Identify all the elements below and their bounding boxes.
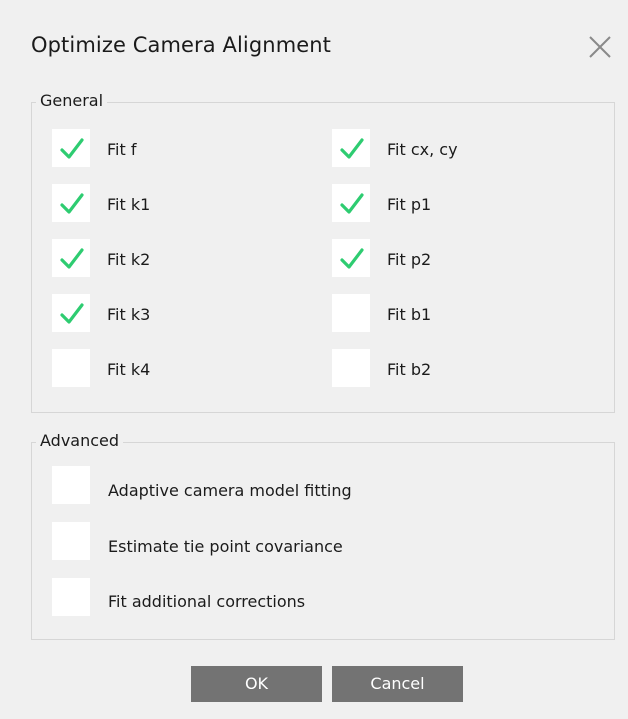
fit-b2-label: Fit b2 (387, 360, 432, 379)
fit-f-checkbox[interactable] (51, 128, 91, 168)
fit-f-label: Fit f (107, 140, 137, 159)
fit-b1-checkbox[interactable] (331, 293, 371, 333)
checkmark-icon (340, 248, 364, 269)
fit-k1-label: Fit k1 (107, 195, 151, 214)
fit-k3-checkbox[interactable] (51, 293, 91, 333)
fit-p1-checkbox[interactable] (331, 183, 371, 223)
fit-cx-cy-label: Fit cx, cy (387, 140, 458, 159)
fit-additional-corrections-checkbox[interactable] (51, 577, 91, 617)
checkmark-icon (60, 248, 84, 269)
close-icon[interactable] (586, 33, 614, 61)
general-group-label: General (36, 91, 108, 111)
checkmark-icon (340, 193, 364, 214)
advanced-group-label: Advanced (36, 431, 124, 451)
adaptive-camera-model-fitting-label: Adaptive camera model fitting (108, 481, 352, 500)
fit-k4-checkbox[interactable] (51, 348, 91, 388)
fit-p2-checkbox[interactable] (331, 238, 371, 278)
estimate-tie-point-covariance-checkbox[interactable] (51, 521, 91, 561)
fit-k2-label: Fit k2 (107, 250, 151, 269)
fit-p1-label: Fit p1 (387, 195, 432, 214)
dialog-title: Optimize Camera Alignment (31, 33, 332, 57)
estimate-tie-point-covariance-label: Estimate tie point covariance (108, 537, 343, 556)
fit-additional-corrections-label: Fit additional corrections (108, 592, 306, 611)
checkmark-icon (60, 138, 84, 159)
fit-k1-checkbox[interactable] (51, 183, 91, 223)
fit-b1-label: Fit b1 (387, 305, 432, 324)
checkmark-icon (60, 193, 84, 214)
checkmark-icon (60, 303, 84, 324)
cancel-button[interactable]: Cancel (332, 666, 463, 702)
checkmark-icon (340, 138, 364, 159)
fit-k4-label: Fit k4 (107, 360, 151, 379)
ok-button[interactable]: OK (191, 666, 322, 702)
fit-b2-checkbox[interactable] (331, 348, 371, 388)
adaptive-camera-model-fitting-checkbox[interactable] (51, 465, 91, 505)
fit-k2-checkbox[interactable] (51, 238, 91, 278)
fit-p2-label: Fit p2 (387, 250, 432, 269)
fit-k3-label: Fit k3 (107, 305, 151, 324)
optimize-camera-alignment-dialog: Optimize Camera Alignment General Fit f … (0, 0, 628, 719)
fit-cx-cy-checkbox[interactable] (331, 128, 371, 168)
